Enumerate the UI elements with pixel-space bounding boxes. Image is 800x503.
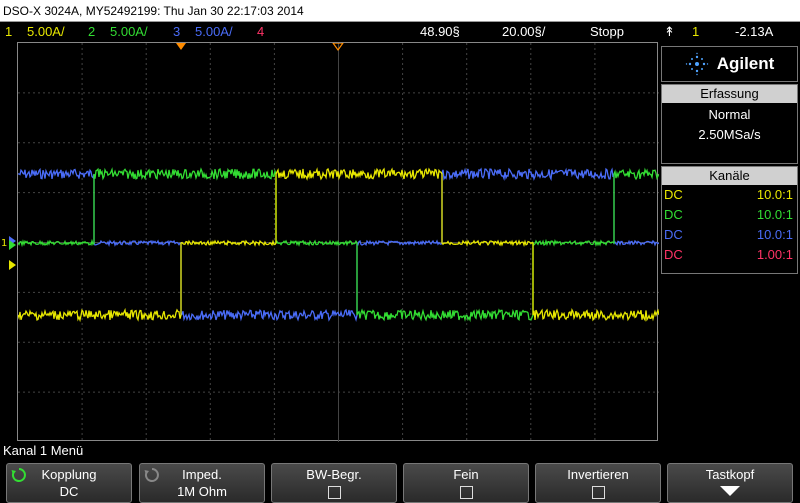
brand-name: Agilent [716, 54, 775, 73]
menu-title: Kanal 1 Menü [3, 443, 84, 458]
softkey-label: Tastkopf [705, 467, 755, 482]
ch2-scale: 5.00A/ [110, 24, 148, 39]
channel-row: DC 1.00:1 [662, 245, 797, 265]
ch3-number[interactable]: 3 [173, 22, 180, 42]
rotate-knob-icon [11, 468, 26, 482]
ch3-scale: 5.00A/ [195, 24, 233, 39]
softkey-bar: Kopplung DC Imped. 1M Ohm BW-Begr. Fein … [0, 461, 800, 503]
waveform-svg [18, 43, 659, 442]
channel-probe-ratio: 10.0:1 [756, 227, 793, 242]
sample-rate: 2.50MSa/s [698, 127, 761, 142]
invert-checkbox[interactable] [591, 486, 605, 499]
side-panel: Agilent Erfassung Normal 2.50MSa/s Kanäl… [661, 46, 800, 276]
softkey-label: BW-Begr. [306, 467, 362, 482]
acquisition-title: Erfassung [662, 85, 797, 103]
impedance-softkey[interactable]: Imped. 1M Ohm [139, 463, 265, 503]
submenu-arrow-icon [720, 486, 740, 496]
time-position: 48.90§ [420, 24, 460, 39]
probe-softkey[interactable]: Tastkopf [667, 463, 793, 503]
status-bar: 1 5.00A/ 2 5.00A/ 3 5.00A/ 4 48.90§ 20.0… [0, 22, 800, 42]
ch1-scale: 5.00A/ [27, 24, 65, 39]
ch2-number[interactable]: 2 [88, 22, 95, 42]
channel-row: DC 10.0:1 [662, 205, 797, 225]
channel-probe-ratio: 10.0:1 [756, 187, 793, 202]
softkey-value: DC [59, 484, 79, 499]
ch4-number[interactable]: 4 [257, 22, 264, 42]
invert-softkey[interactable]: Invertieren [535, 463, 661, 503]
trigger-edge-icon: ↟ [664, 24, 675, 39]
channel-probe-ratio: 1.00:1 [756, 247, 793, 262]
bw-limit-softkey[interactable]: BW-Begr. [271, 463, 397, 503]
channels-title: Kanäle [662, 167, 797, 185]
softkey-value: 1M Ohm [177, 484, 227, 499]
channel-coupling: DC [664, 247, 683, 262]
agilent-spark-icon [685, 52, 708, 76]
channels-box: Kanäle DC 10.0:1 DC 10.0:1 DC 10.0:1 DC … [661, 166, 798, 274]
ch-ground-marker[interactable]: 1 [1, 238, 7, 249]
channel-probe-ratio: 10.0:1 [756, 207, 793, 222]
bw-limit-checkbox[interactable] [327, 486, 341, 499]
acquisition-mode: Normal [708, 107, 751, 122]
channel-coupling: DC [664, 207, 683, 222]
trigger-level-marker[interactable] [9, 260, 16, 270]
trigger-source: 1 [692, 24, 700, 39]
channel-coupling: DC [664, 187, 683, 202]
channel-row: DC 10.0:1 [662, 185, 797, 205]
coupling-softkey[interactable]: Kopplung DC [6, 463, 132, 503]
softkey-label: Invertieren [567, 467, 629, 482]
trigger-level: -2.13A [735, 24, 774, 39]
ch1-number[interactable]: 1 [5, 22, 12, 42]
channel-row: DC 10.0:1 [662, 225, 797, 245]
channel-coupling: DC [664, 227, 683, 242]
fine-checkbox[interactable] [459, 486, 473, 499]
acquisition-box: Erfassung Normal 2.50MSa/s [661, 84, 798, 164]
waveform-display[interactable] [17, 42, 659, 442]
channel-ground-markers: 1 [0, 230, 17, 290]
rotate-knob-icon [144, 468, 159, 482]
time-scale: 20.00§/ [502, 24, 546, 39]
softkey-label: Fein [453, 467, 479, 482]
trigger-position-marker[interactable] [176, 43, 186, 50]
brand-logo: Agilent [661, 46, 798, 82]
fine-softkey[interactable]: Fein [403, 463, 529, 503]
window-title: DSO-X 3024A, MY52492199: Thu Jan 30 22:1… [0, 0, 800, 22]
run-state: Stopp [590, 24, 624, 39]
